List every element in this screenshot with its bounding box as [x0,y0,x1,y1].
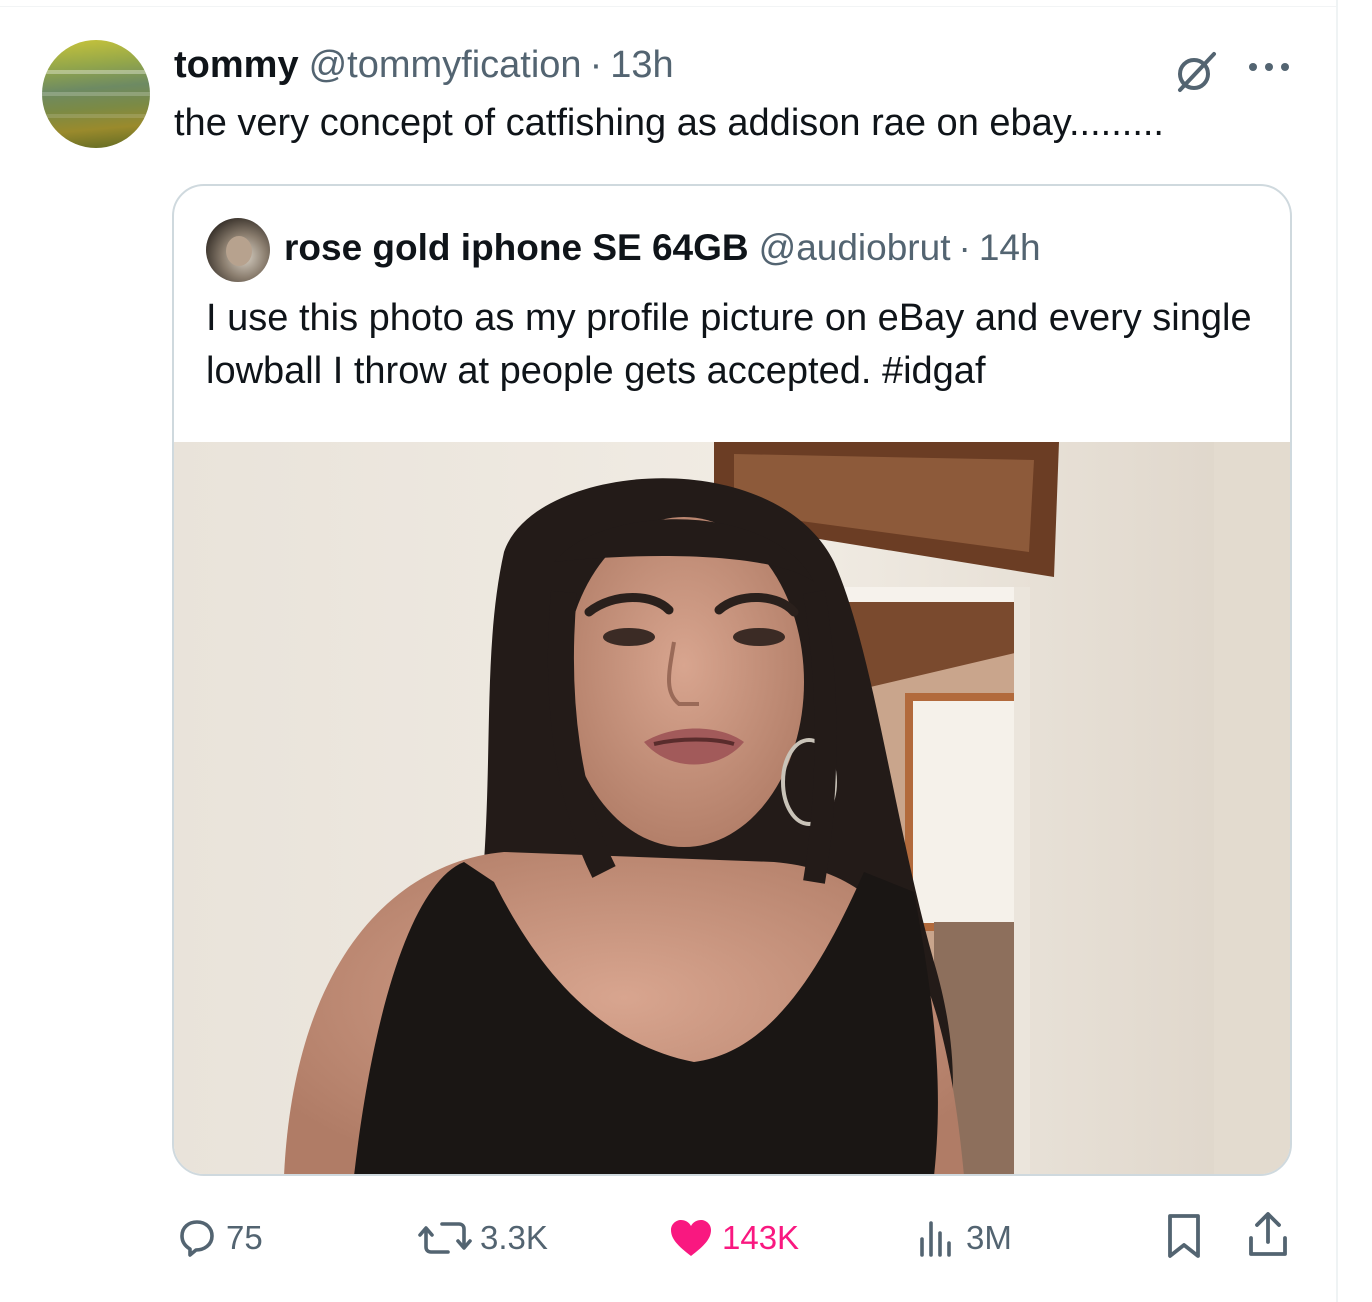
grok-icon[interactable] [1172,48,1220,96]
bookmark-icon[interactable] [1164,1212,1204,1260]
tweet-page: tommy @tommyfication · 13h the very conc… [0,0,1372,1302]
reply-icon [180,1220,214,1257]
quoted-tweet-photo[interactable] [174,442,1290,1174]
tweet-action-bar: 75 3.3K 143K 3M [0,1208,1336,1268]
author-handle[interactable]: @tommyfication [309,44,582,87]
column-border [1336,0,1338,1302]
repost-count: 3.3K [480,1219,548,1256]
more-options-icon[interactable] [1244,52,1294,82]
tweet-timestamp[interactable]: 13h [610,44,673,87]
share-icon[interactable] [1246,1210,1290,1260]
repost-button[interactable]: 3.3K [418,1208,548,1268]
repost-icon [418,1222,472,1254]
quoted-author-handle[interactable]: @audiobrut [759,227,951,269]
quoted-tweet-timestamp[interactable]: 14h [979,227,1041,269]
separator-dot: · [589,43,603,86]
like-count: 143K [722,1219,800,1256]
like-button[interactable]: 143K [668,1208,799,1268]
author-display-name[interactable]: tommy [174,44,299,87]
quoted-author-display-name[interactable]: rose gold iphone SE 64GB [284,227,749,269]
quoted-author-avatar[interactable] [206,218,270,282]
quoted-tweet-text: I use this photo as my profile picture o… [206,297,1252,392]
separator-dot: · [958,227,971,268]
reply-count: 75 [226,1219,263,1256]
views-button[interactable]: 3M [916,1208,1012,1268]
tweet-text: the very concept of catfishing as addiso… [174,102,1164,144]
quoted-tweet-card[interactable]: rose gold iphone SE 64GB @audiobrut · 14… [172,184,1292,1176]
tweet-header: tommy @tommyfication · 13h [174,40,674,90]
divider [0,6,1336,7]
author-avatar[interactable] [42,40,150,148]
reply-button[interactable]: 75 [176,1208,263,1268]
quoted-tweet-header: rose gold iphone SE 64GB @audiobrut · 14… [284,222,1041,274]
photo-illustration [174,442,1290,1174]
heart-icon [671,1220,711,1256]
views-count: 3M [966,1219,1012,1256]
views-icon [920,1221,951,1257]
